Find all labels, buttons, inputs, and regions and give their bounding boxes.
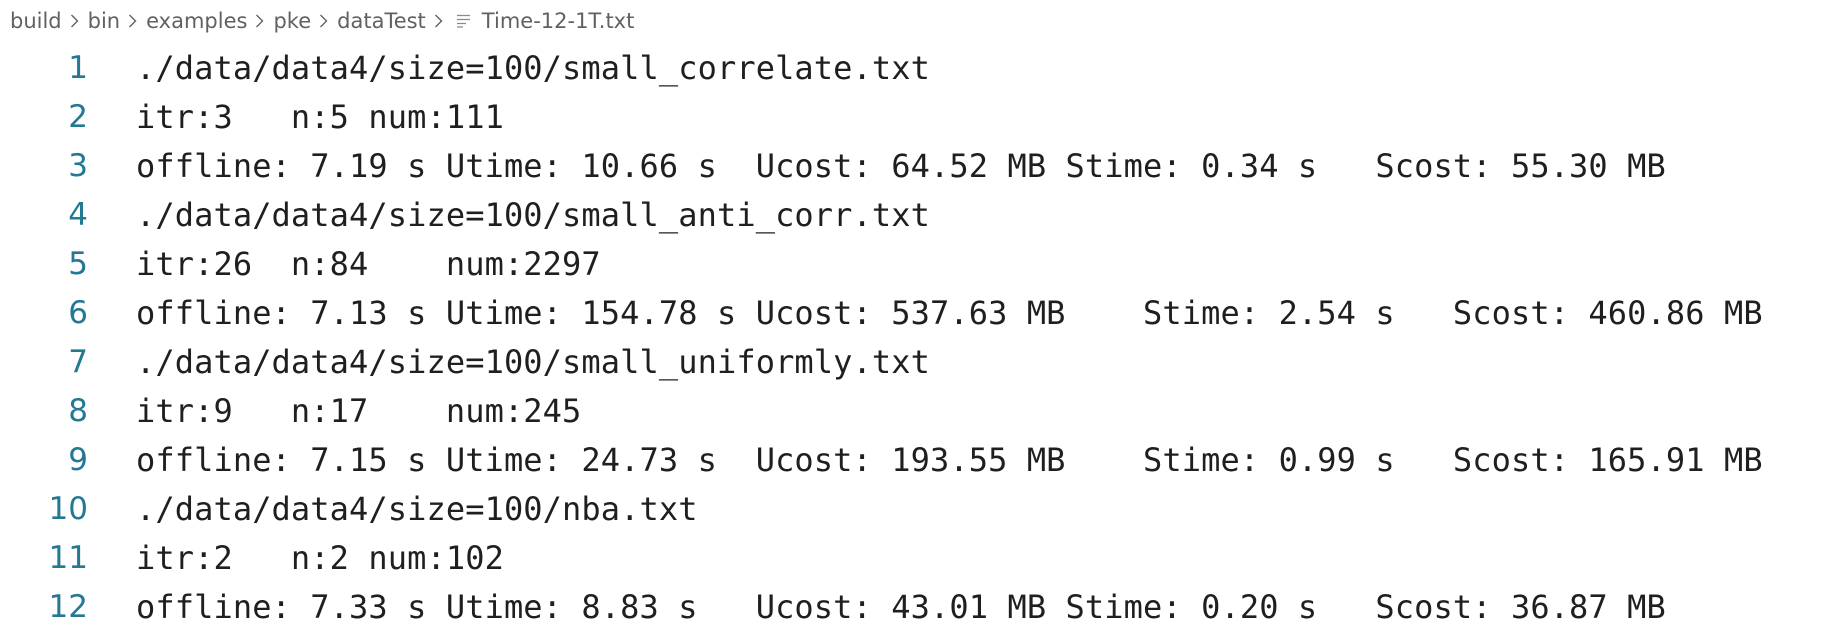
line-text[interactable]: offline: 7.13 s Utime: 154.78 s Ucost: 5… [136,289,1763,338]
editor-line[interactable]: 11 itr:2 n:2 num:102 [0,534,1846,583]
line-text[interactable]: itr:2 n:2 num:102 [136,534,504,583]
line-text[interactable]: ./data/data4/size=100/small_correlate.tx… [136,44,930,93]
editor-line[interactable]: 5 itr:26 n:84 num:2297 [0,240,1846,289]
line-number: 2 [68,99,88,135]
line-text[interactable]: offline: 7.33 s Utime: 8.83 s Ucost: 43.… [136,583,1666,620]
editor[interactable]: 1 ./data/data4/size=100/small_correlate.… [0,44,1846,620]
line-number: 5 [68,246,88,282]
breadcrumb-item-examples[interactable]: examples [146,9,247,33]
editor-line[interactable]: 8 itr:9 n:17 num:245 [0,387,1846,436]
breadcrumb-item-build[interactable]: build [10,9,62,33]
chevron-right-icon [70,13,79,29]
line-text[interactable]: ./data/data4/size=100/small_anti_corr.tx… [136,191,930,240]
line-number: 11 [48,540,88,576]
editor-line[interactable]: 4 ./data/data4/size=100/small_anti_corr.… [0,191,1846,240]
chevron-right-icon [319,13,328,29]
chevron-right-icon [128,13,137,29]
breadcrumb-item-file[interactable]: Time-12-1T.txt [482,9,635,33]
line-text[interactable]: itr:3 n:5 num:111 [136,93,504,142]
line-number: 3 [68,148,88,184]
chevron-right-icon [434,13,443,29]
breadcrumb-item-datatest[interactable]: dataTest [337,9,426,33]
line-number: 6 [68,295,88,331]
editor-line[interactable]: 10 ./data/data4/size=100/nba.txt [0,485,1846,534]
line-number: 9 [68,442,88,478]
breadcrumb: build bin examples pke dataTest Time-12-… [10,6,634,36]
line-number: 4 [68,197,88,233]
chevron-right-icon [255,13,264,29]
breadcrumb-item-bin[interactable]: bin [88,9,120,33]
editor-line[interactable]: 6 offline: 7.13 s Utime: 154.78 s Ucost:… [0,289,1846,338]
editor-line[interactable]: 2 itr:3 n:5 num:111 [0,93,1846,142]
line-text[interactable]: ./data/data4/size=100/small_uniformly.tx… [136,338,930,387]
breadcrumb-item-pke[interactable]: pke [273,9,311,33]
editor-line[interactable]: 9 offline: 7.15 s Utime: 24.73 s Ucost: … [0,436,1846,485]
editor-line[interactable]: 7 ./data/data4/size=100/small_uniformly.… [0,338,1846,387]
line-text[interactable]: itr:9 n:17 num:245 [136,387,581,436]
line-number: 7 [68,344,88,380]
editor-line[interactable]: 12 offline: 7.33 s Utime: 8.83 s Ucost: … [0,583,1846,620]
text-file-icon [456,13,471,29]
line-text[interactable]: offline: 7.19 s Utime: 10.66 s Ucost: 64… [136,142,1666,191]
editor-line[interactable]: 1 ./data/data4/size=100/small_correlate.… [0,44,1846,93]
editor-line[interactable]: 3 offline: 7.19 s Utime: 10.66 s Ucost: … [0,142,1846,191]
line-number: 12 [48,589,88,620]
line-text[interactable]: ./data/data4/size=100/nba.txt [136,485,698,534]
line-number: 10 [48,491,88,527]
line-text[interactable]: itr:26 n:84 num:2297 [136,240,601,289]
line-number: 8 [68,393,88,429]
line-number: 1 [68,50,88,86]
line-text[interactable]: offline: 7.15 s Utime: 24.73 s Ucost: 19… [136,436,1763,485]
